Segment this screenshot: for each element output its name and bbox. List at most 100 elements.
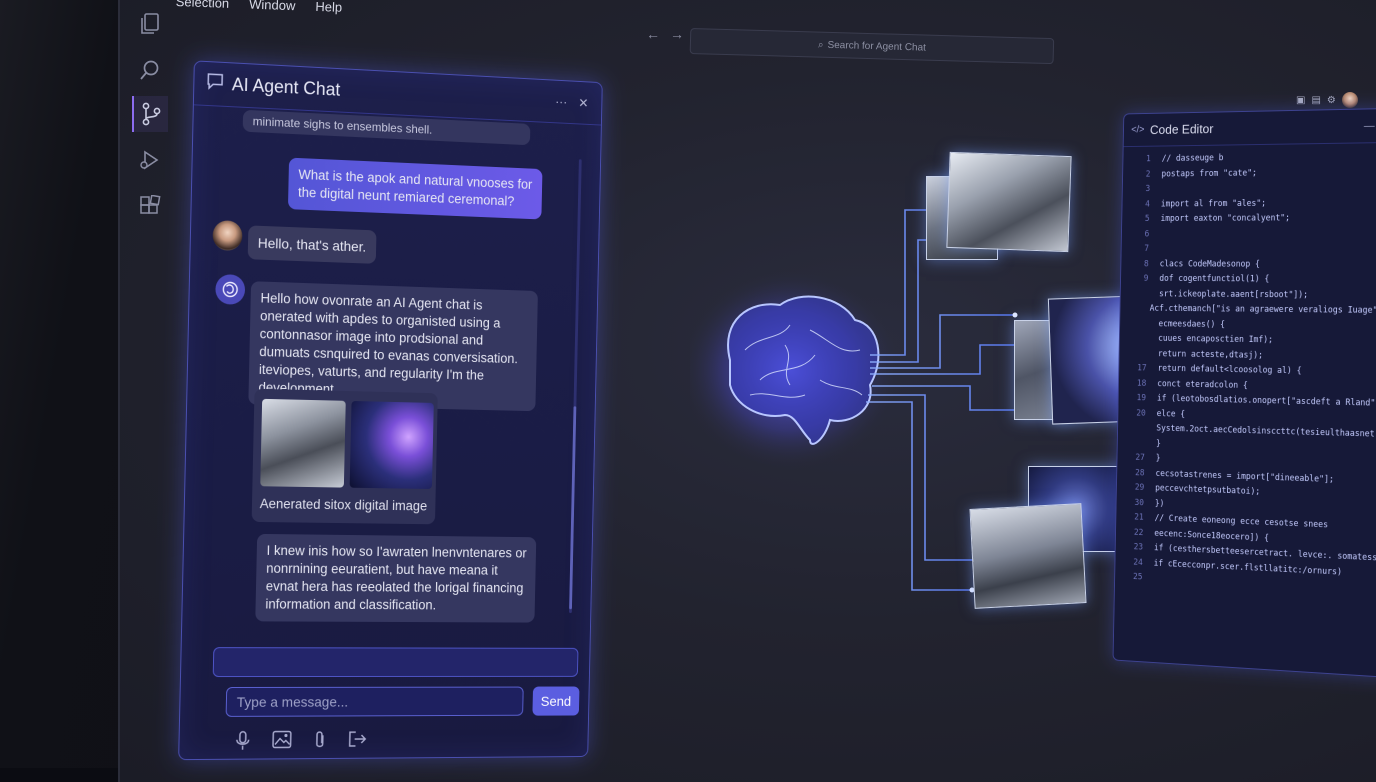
line-text: clacs CodeMadesonop { (1160, 257, 1261, 272)
line-number: 17 (1119, 361, 1147, 376)
menu-selection[interactable]: Selection (175, 0, 229, 24)
code-editor-panel: </> Code Editor — ✕ 1 // dasseuge b 2 posta… (1113, 108, 1376, 678)
line-number: 6 (1122, 227, 1150, 242)
user-avatar (212, 220, 242, 251)
floating-image-2 (946, 152, 1071, 252)
line-number: 27 (1117, 451, 1145, 467)
back-arrow-icon[interactable]: ← (646, 26, 660, 42)
line-number: 7 (1121, 242, 1149, 257)
line-number: 18 (1119, 376, 1147, 391)
line-number: 5 (1122, 212, 1150, 227)
line-text: } (1156, 437, 1161, 452)
chat-title: AI Agent Chat (232, 74, 341, 100)
line-text: cuues encaposctien Imf); (1158, 332, 1273, 349)
image-caption: Aenerated sitox digital image (260, 496, 428, 513)
settings-icon[interactable]: ⚙ (1327, 95, 1336, 106)
source-control-icon[interactable] (132, 96, 168, 132)
line-number: 29 (1117, 480, 1145, 496)
code-line: 4 import al from "ales"; (1122, 195, 1376, 212)
line-number (1120, 317, 1148, 332)
line-number: 24 (1115, 555, 1143, 571)
line-text: elce { (1157, 407, 1186, 423)
line-text: import al from "ales"; (1161, 196, 1266, 212)
line-number: 22 (1116, 525, 1144, 541)
message-composer: Type a message... Send (212, 647, 579, 727)
chat-panel: AI Agent Chat ··· ✕ minimate sighs to en… (178, 60, 603, 760)
line-number (1120, 332, 1148, 347)
message-input[interactable]: Type a message... (226, 687, 524, 717)
run-debug-icon[interactable] (132, 142, 168, 178)
code-line: 9 dof cogentfunctiol(1) { (1121, 272, 1376, 288)
line-number: 19 (1119, 391, 1147, 407)
menu-help[interactable]: Help (315, 0, 343, 28)
paperclip-icon[interactable] (313, 730, 327, 755)
code-editor-header: </> Code Editor — ✕ (1124, 109, 1376, 147)
message-user: What is the apok and natural vnooses for… (288, 158, 543, 220)
code-line: 5 import eaxton "concalyent"; (1122, 211, 1376, 227)
forward-arrow-icon[interactable]: → (670, 26, 684, 42)
composer-frame (213, 647, 579, 677)
search-icon: ⌕ (818, 39, 824, 50)
code-content[interactable]: 1 // dasseuge b 2 postaps from "cate"; 34 imp… (1115, 149, 1376, 598)
code-line: 8 clacs CodeMadesonop { (1121, 257, 1376, 273)
line-number: 21 (1116, 510, 1144, 526)
menu-window[interactable]: Window (248, 0, 295, 26)
editor-window-controls[interactable]: — ✕ (1364, 119, 1376, 132)
line-text: }) (1155, 497, 1165, 512)
line-number: 20 (1118, 406, 1146, 422)
chat-bubble-icon (206, 72, 224, 96)
line-text: // dasseuge b (1162, 151, 1224, 167)
line-number (1118, 436, 1146, 452)
search-sidebar-icon[interactable] (132, 52, 168, 88)
send-button[interactable]: Send (532, 687, 579, 716)
line-number (1120, 302, 1139, 317)
line-text: dof cogentfunctiol(1) { (1159, 272, 1269, 288)
line-number: 3 (1123, 182, 1151, 197)
code-line: 7 (1121, 242, 1376, 258)
line-text: ecmeesdaes() { (1158, 317, 1225, 333)
composer-tools (235, 730, 368, 756)
line-number: 1 (1123, 152, 1151, 167)
close-icon[interactable]: ✕ (578, 95, 588, 111)
window-top-icons: ▣ ▤ ⚙ (1296, 92, 1358, 108)
more-options-icon[interactable]: ··· (555, 94, 567, 110)
line-number: 2 (1123, 167, 1151, 182)
export-icon[interactable] (348, 730, 368, 755)
ai-agent-icon (215, 274, 245, 305)
line-text: import eaxton "concalyent"; (1160, 212, 1290, 228)
nav-arrows: ← → (646, 26, 684, 42)
line-number (1121, 287, 1149, 302)
ai-brain-visualization (690, 140, 1130, 620)
search-placeholder: Search for Agent Chat (827, 39, 926, 53)
line-text: postaps from "cate"; (1161, 166, 1257, 182)
extensions-icon[interactable] (132, 188, 168, 224)
microphone-icon[interactable] (235, 731, 251, 756)
line-number: 28 (1117, 465, 1145, 481)
line-number: 4 (1122, 197, 1150, 212)
generated-image-architecture[interactable] (260, 399, 346, 488)
profile-avatar[interactable] (1342, 92, 1358, 108)
message-hello: Hello, that's ather. (248, 225, 376, 263)
generated-image-abstract[interactable] (350, 401, 434, 489)
code-icon: </> (1131, 125, 1144, 136)
line-number (1118, 421, 1146, 437)
generated-image-card[interactable]: Aenerated sitox digital image (252, 389, 438, 525)
image-icon[interactable] (272, 731, 292, 756)
explorer-icon[interactable] (132, 6, 168, 42)
activity-bar (126, 0, 170, 768)
line-number: 23 (1116, 540, 1144, 556)
line-text: } (1156, 452, 1161, 467)
line-text: srt.ickeoplate.aaent[rsboot"]); (1159, 287, 1308, 303)
code-line: 6 (1122, 226, 1376, 242)
layout-icon[interactable]: ▣ (1296, 95, 1305, 106)
message-ai-followup: I knew inis how so I'awraten lnenvntenar… (255, 534, 536, 623)
code-editor-title: Code Editor (1150, 121, 1214, 137)
line-number: 8 (1121, 257, 1149, 272)
line-number: 9 (1121, 272, 1149, 287)
line-number: 30 (1116, 495, 1144, 511)
line-number: 25 (1115, 569, 1143, 585)
line-number (1119, 346, 1147, 361)
floating-image-6 (969, 503, 1086, 609)
chat-scrollbar-thumb[interactable] (569, 406, 576, 609)
panel-icon[interactable]: ▤ (1311, 95, 1320, 106)
